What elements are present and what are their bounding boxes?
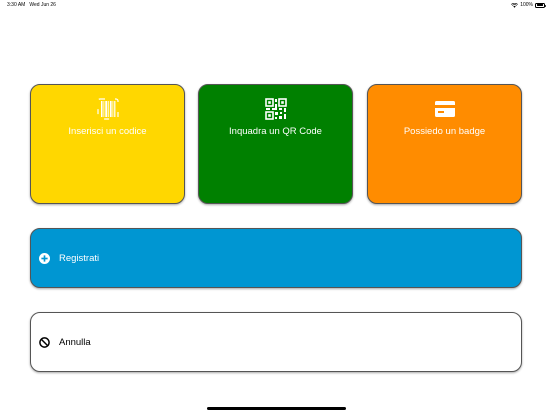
qr-code-icon [199, 98, 352, 120]
plus-circle-icon [39, 252, 50, 264]
badge-tile[interactable]: Possiedo un badge [367, 84, 522, 204]
register-button[interactable]: Registrati [30, 228, 522, 288]
status-left: 3:30 AM Wed Jun 26 [7, 2, 56, 8]
cancel-label: Annulla [59, 336, 91, 348]
scan-qr-label: Inquadra un QR Code [229, 126, 322, 137]
home-indicator[interactable] [207, 407, 346, 410]
status-right: 100% [511, 2, 546, 8]
badge-label: Possiedo un badge [403, 126, 486, 137]
register-label: Registrati [59, 252, 100, 264]
enter-code-tile[interactable]: Inserisci un codice [30, 84, 185, 204]
prohibited-icon [39, 336, 50, 348]
status-bar: 3:30 AM Wed Jun 26 100% [0, 0, 552, 10]
status-date: Wed Jun 26 [29, 2, 56, 8]
screen: 3:30 AM Wed Jun 26 100% Inserisci un cod… [0, 0, 552, 414]
card-icon [368, 98, 521, 120]
battery-percent: 100% [520, 2, 533, 8]
scan-qr-tile[interactable]: Inquadra un QR Code [198, 84, 353, 204]
wifi-icon [511, 2, 519, 8]
barcode-icon [31, 98, 184, 120]
battery-icon [535, 2, 546, 8]
status-time: 3:30 AM [7, 2, 26, 8]
enter-code-label: Inserisci un codice [68, 126, 147, 137]
cancel-button[interactable]: Annulla [30, 312, 522, 372]
